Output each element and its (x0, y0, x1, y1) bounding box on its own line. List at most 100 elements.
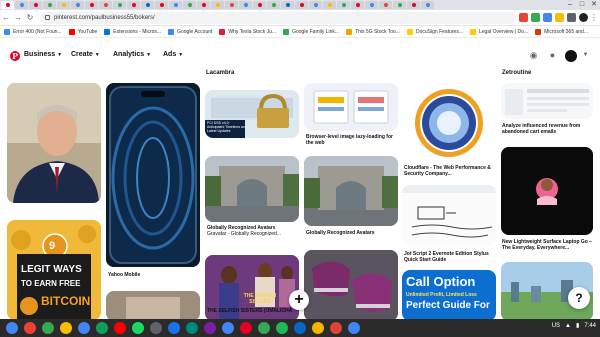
pin-sneakers[interactable] (304, 250, 398, 321)
extension-icon[interactable] (531, 13, 540, 22)
pin-lazy-loading[interactable] (304, 83, 398, 131)
browser-tab[interactable] (365, 1, 378, 9)
bookmark-item[interactable]: Legal Overview | Do... (469, 28, 528, 35)
menu-analytics[interactable]: Analytics ▼ (113, 51, 151, 58)
browser-tab[interactable] (197, 1, 210, 9)
taskbar-app-icon[interactable] (6, 322, 18, 334)
pinterest-logo[interactable]: P (10, 51, 20, 61)
taskbar-app-icon[interactable] (168, 322, 180, 334)
taskbar-app-icon[interactable] (330, 322, 342, 334)
avatar[interactable] (565, 49, 577, 62)
bookmark-item[interactable]: Google Family Link... (283, 28, 339, 35)
browser-tab[interactable] (211, 1, 224, 9)
back-icon[interactable]: ← (0, 12, 12, 24)
browser-tab[interactable] (239, 1, 252, 9)
browser-tab[interactable] (267, 1, 280, 9)
browser-tab[interactable] (1, 1, 14, 9)
taskbar-app-icon[interactable] (132, 322, 144, 334)
browser-tab[interactable] (183, 1, 196, 9)
bookmark-item[interactable]: Google Account (168, 28, 212, 35)
taskbar-app-icon[interactable] (276, 322, 288, 334)
browser-tab[interactable] (379, 1, 392, 9)
pin-jot-script[interactable] (402, 185, 496, 245)
browser-tab[interactable] (71, 1, 84, 9)
pin-portrait[interactable] (7, 83, 101, 203)
kebab-menu-icon[interactable]: ⋮ (588, 12, 600, 24)
extension-icon[interactable] (519, 13, 528, 22)
pin-pci[interactable]: PCI DSS v4.0: Anticipated Timelines and … (205, 90, 299, 138)
browser-tab[interactable] (113, 1, 126, 9)
chevron-down-icon[interactable]: ▼ (579, 49, 592, 62)
add-pin-button[interactable]: + (289, 290, 309, 310)
taskbar-app-icon[interactable] (204, 322, 216, 334)
pin-surface-laptop[interactable] (501, 147, 593, 235)
browser-tab[interactable] (253, 1, 266, 9)
bookmark-item[interactable]: YouTube (68, 28, 97, 35)
taskbar-app-icon[interactable] (42, 322, 54, 334)
browser-tab[interactable] (57, 1, 70, 9)
close-button[interactable]: ✕ (588, 0, 600, 10)
system-tray[interactable]: US ▲ ▮ 7:44 (552, 322, 596, 330)
url-input[interactable]: pinterest.com/paulbusiness55/bokers/ (40, 11, 516, 24)
extension-icon[interactable] (543, 13, 552, 22)
bookmark-item[interactable]: Error 400 (Not Foun... (4, 28, 62, 35)
chat-icon[interactable]: ● (546, 49, 559, 62)
browser-tab[interactable] (15, 1, 28, 9)
taskbar-app-icon[interactable] (96, 322, 108, 334)
taskbar-app-icon[interactable] (348, 322, 360, 334)
pin-cloudflare[interactable] (402, 83, 496, 163)
taskbar-app-icon[interactable] (186, 322, 198, 334)
taskbar-app-icon[interactable] (60, 322, 72, 334)
taskbar-app-icon[interactable] (114, 322, 126, 334)
browser-tab[interactable] (351, 1, 364, 9)
browser-tab[interactable] (155, 1, 168, 9)
browser-tab[interactable] (225, 1, 238, 9)
browser-tab[interactable] (99, 1, 112, 9)
taskbar-app-icon[interactable] (78, 322, 90, 334)
browser-tab[interactable] (421, 1, 434, 9)
pin-iphone[interactable] (106, 83, 200, 267)
browser-tab[interactable] (323, 1, 336, 9)
pin-arch-2[interactable] (304, 156, 398, 226)
taskbar-app-icon[interactable] (258, 322, 270, 334)
browser-tab[interactable] (309, 1, 322, 9)
bell-icon[interactable]: ◉ (527, 49, 540, 62)
browser-tab[interactable] (43, 1, 56, 9)
maximize-button[interactable]: □ (576, 0, 588, 10)
menu-ads[interactable]: Ads ▼ (163, 51, 183, 58)
browser-tab[interactable] (407, 1, 420, 9)
puzzle-icon[interactable] (567, 13, 576, 22)
taskbar-app-icon[interactable] (222, 322, 234, 334)
taskbar-app-icon[interactable] (150, 322, 162, 334)
browser-tab[interactable] (85, 1, 98, 9)
taskbar-app-icon[interactable] (294, 322, 306, 334)
bookmark-item[interactable]: Extensions - Micros... (104, 28, 161, 35)
menu-business[interactable]: Business ▼ (24, 51, 62, 58)
bookmark-item[interactable]: This 5G Stock Too... (346, 28, 400, 35)
browser-tab[interactable] (169, 1, 182, 9)
pin-partial[interactable] (106, 291, 200, 321)
bookmark-item[interactable]: Microsoft 365 and... (535, 28, 588, 35)
bookmark-item[interactable]: DocuSign Features... (407, 28, 463, 35)
menu-create[interactable]: Create ▼ (71, 51, 100, 58)
forward-icon[interactable]: → (12, 12, 24, 24)
taskbar-app-icon[interactable] (240, 322, 252, 334)
browser-tab[interactable] (29, 1, 42, 9)
pin-bitcoin[interactable]: 9 LEGIT WAYS TO EARN FREE BITCOIN (7, 220, 101, 320)
browser-tab[interactable] (127, 1, 140, 9)
reload-icon[interactable]: ↻ (24, 12, 36, 24)
bookmark-item[interactable]: Why Tesla Stock Ju... (219, 28, 276, 35)
browser-tab[interactable] (393, 1, 406, 9)
extension-icon[interactable] (555, 13, 564, 22)
pin-arch-1[interactable] (205, 156, 299, 222)
browser-tab[interactable] (337, 1, 350, 9)
browser-tab[interactable] (281, 1, 294, 9)
help-button[interactable]: ? (568, 287, 590, 309)
taskbar-app-icon[interactable] (24, 322, 36, 334)
taskbar-app-icon[interactable] (312, 322, 324, 334)
profile-icon[interactable] (579, 13, 588, 22)
pin-call-option[interactable]: Call Option Unlimited Profit, Limited Lo… (402, 270, 496, 321)
browser-tab[interactable] (295, 1, 308, 9)
minimize-button[interactable]: – (564, 0, 576, 10)
browser-tab[interactable] (141, 1, 154, 9)
